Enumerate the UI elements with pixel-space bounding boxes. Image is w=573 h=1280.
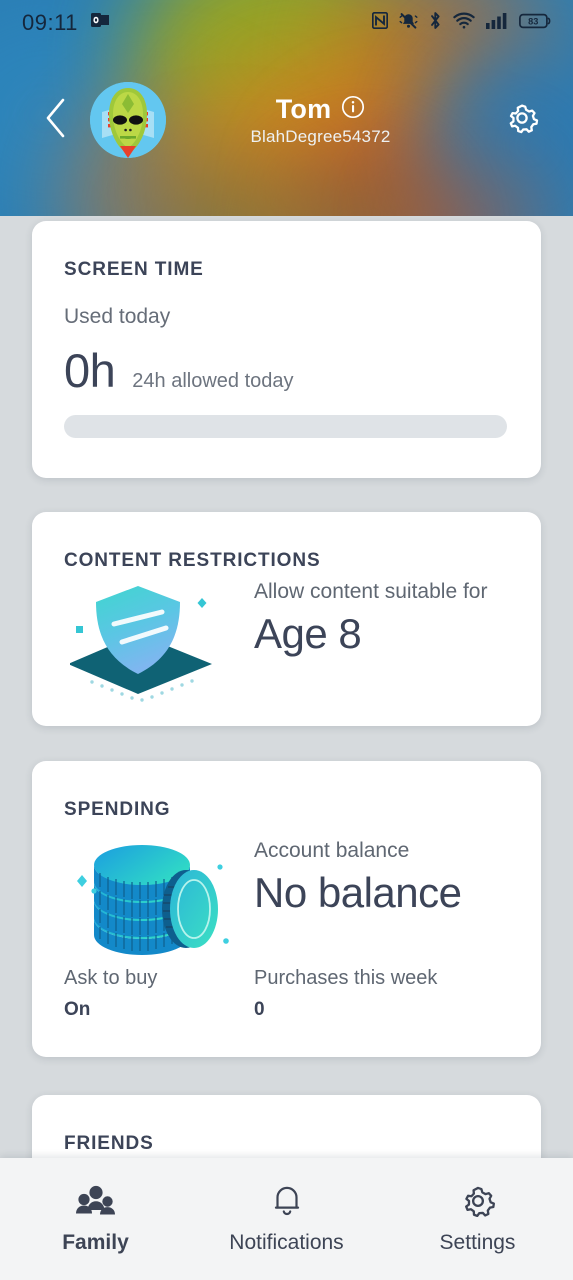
- gear-icon: [459, 1182, 497, 1220]
- spending-stats: Ask to buy On Purchases this week 0: [64, 967, 511, 1021]
- screen-time-title: SCREEN TIME: [64, 259, 204, 280]
- nav-label-notifications: Notifications: [229, 1231, 344, 1254]
- coins-illustration-icon: [70, 833, 245, 963]
- page-title: Tom: [275, 93, 332, 124]
- card-list: SCREEN TIME Used today 0h 24h allowed to…: [0, 216, 573, 1280]
- nfc-icon: [371, 11, 389, 34]
- account-balance-label: Account balance: [254, 839, 410, 862]
- ask-to-buy-label: Ask to buy: [64, 967, 158, 989]
- content-restrictions-card[interactable]: CONTENT RESTRICTIONS Allow content suita…: [32, 512, 541, 726]
- nav-label-settings: Settings: [439, 1231, 516, 1254]
- bluetooth-icon: [429, 11, 442, 35]
- battery-level-text: 83: [528, 16, 538, 26]
- content-restrictions-info: Allow content suitable for Age 8: [254, 580, 487, 658]
- phone-screen: 09:11 83 Tom BlahDegree54372 SCREEN TIME…: [0, 0, 573, 1280]
- content-restrictions-value: Age 8: [254, 610, 362, 657]
- status-bar-clock: 09:11: [22, 10, 78, 35]
- purchases-value: 0: [254, 999, 265, 1020]
- ask-to-buy-value: On: [64, 999, 91, 1020]
- content-restrictions-title: CONTENT RESTRICTIONS: [64, 550, 321, 571]
- gear-icon: [504, 100, 540, 141]
- info-icon[interactable]: [341, 95, 365, 124]
- screen-time-used-value: 0h: [64, 344, 116, 397]
- wifi-icon: [453, 12, 475, 34]
- screen-time-allowed-text: 24h allowed today: [132, 370, 294, 392]
- shield-illustration-icon: [68, 572, 230, 707]
- spending-card[interactable]: SPENDING Account balance No balance Ask …: [32, 761, 541, 1057]
- status-bar: 09:11 83: [0, 0, 573, 46]
- screen-time-card[interactable]: SCREEN TIME Used today 0h 24h allowed to…: [32, 221, 541, 478]
- back-button[interactable]: [28, 92, 84, 148]
- profile-identity: Tom BlahDegree54372: [146, 94, 495, 147]
- ringer-silent-icon: [399, 12, 418, 35]
- nav-item-notifications[interactable]: Notifications: [191, 1158, 382, 1255]
- purchases-label: Purchases this week: [254, 967, 438, 989]
- nav-item-settings[interactable]: Settings: [382, 1158, 573, 1255]
- purchases-stat: Purchases this week 0: [254, 967, 437, 1021]
- profile-header: Tom BlahDegree54372: [0, 60, 573, 180]
- settings-button[interactable]: [495, 93, 549, 147]
- account-balance-value: No balance: [254, 869, 462, 916]
- back-chevron-icon: [43, 97, 69, 144]
- friends-title: FRIENDS: [64, 1133, 154, 1154]
- spending-title: SPENDING: [64, 799, 171, 820]
- nav-label-family: Family: [62, 1231, 129, 1254]
- spending-balance-info: Account balance No balance: [254, 839, 462, 917]
- screen-time-progress-bar: [64, 415, 507, 438]
- outlook-icon: [90, 13, 110, 33]
- profile-username: BlahDegree54372: [250, 126, 391, 146]
- content-restrictions-label: Allow content suitable for: [254, 580, 488, 603]
- bell-icon: [270, 1182, 304, 1220]
- battery-icon: 83: [519, 13, 551, 34]
- ask-to-buy-stat: Ask to buy On: [64, 967, 254, 1021]
- screen-time-used-label: Used today: [64, 305, 171, 328]
- family-group-icon: [75, 1182, 117, 1220]
- bottom-navigation-bar: Family Notifications Settings: [0, 1158, 573, 1280]
- nav-item-family[interactable]: Family: [0, 1158, 191, 1255]
- cellular-signal-icon: [486, 12, 508, 34]
